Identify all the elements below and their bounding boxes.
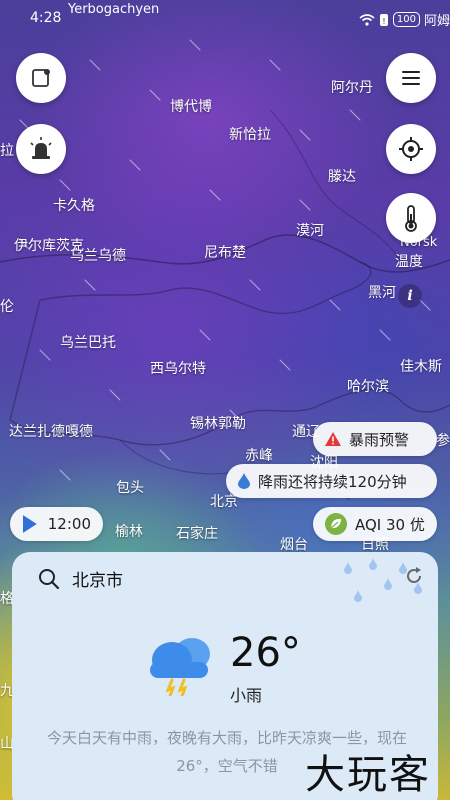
- crosshair-icon: [399, 137, 423, 161]
- refresh-button[interactable]: [404, 566, 424, 590]
- city-label: 达兰扎德嘎德: [9, 424, 93, 440]
- warning-icon: [325, 432, 341, 446]
- play-icon: [22, 515, 37, 533]
- raindrop-icon: [238, 473, 250, 489]
- sim-icon: !: [379, 13, 388, 26]
- status-time: 4:28: [30, 10, 62, 26]
- city-label: 卡久格: [53, 198, 95, 214]
- alert-layer-button[interactable]: [16, 124, 66, 174]
- city-label: 包头: [116, 480, 144, 496]
- info-icon: i: [407, 288, 413, 304]
- menu-icon: [402, 71, 420, 85]
- city-label: 西乌尔特: [150, 361, 206, 377]
- wifi-icon: [359, 13, 375, 26]
- share-icon: [32, 69, 50, 87]
- city-label: 石家庄: [176, 526, 218, 542]
- watermark-logo: 大玩客: [305, 752, 431, 798]
- city-label: 乌兰巴托: [60, 335, 116, 351]
- city-label: 烟台: [280, 537, 308, 553]
- info-button[interactable]: i: [398, 284, 422, 308]
- city-label: 乌兰乌德: [70, 248, 126, 264]
- timeline-play-button[interactable]: 12:00: [10, 507, 103, 541]
- city-label: 黑河: [368, 285, 396, 301]
- city-label: 阿尔丹: [331, 80, 373, 96]
- rain-forecast-chip[interactable]: 降雨还将持续120分钟: [226, 464, 437, 498]
- location-overlay-label: Yerbogachyen: [68, 2, 160, 17]
- temperature-layer-button[interactable]: [386, 193, 436, 243]
- city-label: 哈尔滨: [347, 379, 389, 395]
- city-label: 赤峰: [245, 448, 273, 464]
- temperature-layer-label: 温度: [395, 254, 423, 270]
- city-label: 锡林郭勒: [190, 416, 246, 432]
- carrier-label: 阿姆: [423, 14, 450, 29]
- menu-button[interactable]: [386, 53, 436, 103]
- aqi-label: AQI 30 优: [355, 515, 425, 534]
- storm-warning-chip[interactable]: 暴雨预警: [313, 422, 437, 456]
- status-bar: 4:28 Yerbogachyen ! 100 阿姆: [0, 2, 450, 30]
- city-label: 漠河: [296, 223, 324, 239]
- siren-icon: [30, 137, 52, 159]
- aqi-chip[interactable]: AQI 30 优: [313, 507, 437, 541]
- city-search[interactable]: 北京市: [38, 566, 123, 591]
- weather-condition: 小雨: [230, 686, 263, 705]
- city-label: 榆林: [115, 524, 143, 540]
- city-label: 尼布楚: [204, 245, 246, 261]
- storm-warning-label: 暴雨预警: [349, 430, 410, 449]
- city-name: 北京市: [72, 571, 123, 591]
- city-label: 伦: [0, 299, 14, 315]
- locate-button[interactable]: [386, 124, 436, 174]
- battery-indicator: 100: [392, 12, 420, 27]
- city-label: 拉: [0, 143, 14, 159]
- leaf-icon: [325, 513, 347, 535]
- svg-text:!: !: [382, 17, 385, 26]
- refresh-icon: [407, 567, 421, 583]
- status-icons: ! 100 阿姆: [359, 10, 450, 29]
- rain-duration-label: 降雨还将持续120分钟: [258, 472, 407, 491]
- rain-cloud-icon: [150, 638, 210, 696]
- share-button[interactable]: [16, 53, 66, 103]
- current-temperature: 26°: [230, 630, 301, 676]
- thermometer-icon: [405, 205, 417, 232]
- city-label: 博代博: [170, 99, 212, 115]
- city-label: 新恰拉: [229, 127, 271, 143]
- timeline-time-label: 12:00: [47, 515, 91, 533]
- city-label: 佳木斯: [400, 359, 442, 375]
- city-label: 参: [436, 433, 450, 449]
- city-label: 滕达: [328, 169, 356, 185]
- search-icon: [39, 568, 60, 589]
